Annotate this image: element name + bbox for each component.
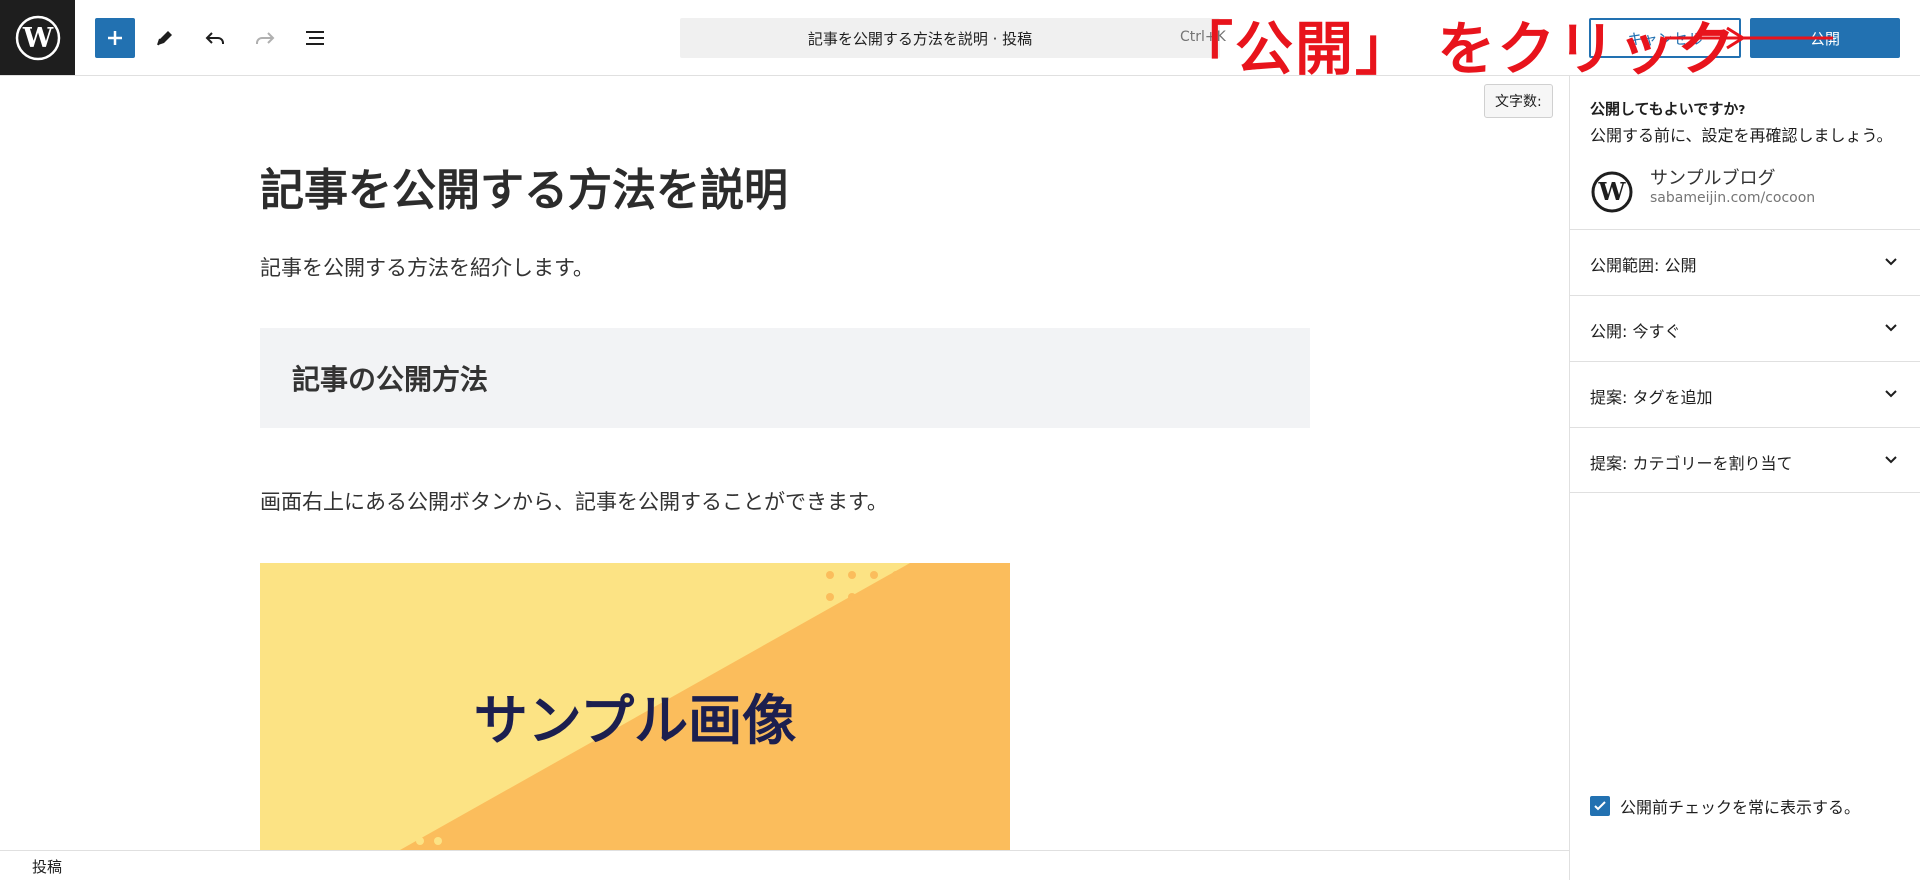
tools-button[interactable]: [145, 18, 185, 58]
always-show-checkbox[interactable]: [1590, 796, 1610, 816]
post-title[interactable]: 記事を公開する方法を説明: [260, 154, 788, 218]
annotation-arrowhead-icon: [1726, 26, 1745, 50]
panel-suggest-tags[interactable]: 提案: タグを追加: [1570, 361, 1920, 427]
editor-canvas: 文字数: 記事を公開する方法を説明 記事を公開する方法を紹介します。 記事の公開…: [0, 76, 1569, 850]
checkmark-icon: [1594, 801, 1606, 811]
paragraph-block[interactable]: 記事を公開する方法を紹介します。: [260, 252, 594, 282]
redo-button[interactable]: [245, 18, 285, 58]
pencil-icon: [157, 31, 172, 46]
image-caption-text: サンプル画像: [474, 689, 796, 752]
prepublish-question: 公開してもよいですか?: [1590, 98, 1745, 119]
heading-block[interactable]: 記事の公開方法: [260, 328, 1310, 428]
chevron-down-icon: [1885, 456, 1897, 464]
block-breadcrumb-bar: 投稿: [0, 850, 1569, 880]
panel-suggest-category[interactable]: 提案: カテゴリーを割り当て: [1570, 427, 1920, 493]
panel-publish-date[interactable]: 公開: 今すぐ: [1570, 295, 1920, 361]
prepublish-question-text: 公開してもよいですか: [1590, 100, 1739, 118]
annotation-text: 「公開」 をクリック: [1175, 15, 1738, 83]
site-name: サンプルブログ: [1650, 168, 1776, 189]
undo-icon: [205, 32, 224, 44]
redo-icon: [256, 32, 275, 44]
breadcrumb-item-post[interactable]: 投稿: [32, 856, 62, 877]
sample-image: サンプル画像: [260, 563, 1010, 850]
list-view-icon: [306, 31, 324, 45]
sample-image-block[interactable]: サンプル画像: [260, 563, 1010, 850]
document-title: 記事を公開する方法を説明 · 投稿: [807, 30, 1033, 48]
svg-text:W: W: [1598, 177, 1627, 206]
prepublish-panels: 公開範囲: 公開 公開: 今すぐ 提案: タグを追加 提案: カテゴリーを割り当…: [1570, 229, 1920, 493]
panel-label: 公開範囲: 公開: [1590, 256, 1697, 275]
prepublish-sidebar: 公開してもよいですか? 公開する前に、設定を再確認しましょう。 W サンプルブロ…: [1569, 76, 1920, 880]
chevron-down-icon: [1885, 258, 1897, 266]
panel-label: 公開: 今すぐ: [1590, 322, 1681, 341]
chevron-down-icon: [1885, 390, 1897, 398]
document-overview-button[interactable]: [295, 18, 335, 58]
site-url: sabameijin.com/cocoon: [1650, 190, 1816, 206]
heading-text: 記事の公開方法: [292, 363, 489, 396]
add-block-button[interactable]: [95, 18, 135, 58]
always-show-label: 公開前チェックを常に表示する。: [1620, 798, 1861, 817]
word-count-badge: 文字数:: [1484, 84, 1553, 118]
panel-visibility[interactable]: 公開範囲: 公開: [1570, 229, 1920, 295]
paragraph-block[interactable]: 画面右上にある公開ボタンから、記事を公開することができます。: [260, 486, 888, 516]
wordpress-site-icon: W: [1591, 171, 1633, 213]
chevron-down-icon: [1885, 324, 1897, 332]
undo-button[interactable]: [195, 18, 235, 58]
plus-icon: [108, 31, 122, 45]
panel-label: 提案: タグを追加: [1590, 388, 1713, 407]
question-mark: ?: [1738, 103, 1746, 117]
wordpress-logo-icon[interactable]: W: [0, 0, 75, 75]
prepublish-description: 公開する前に、設定を再確認しましょう。: [1590, 126, 1893, 145]
always-show-checkbox-row[interactable]: 公開前チェックを常に表示する。: [1590, 794, 1860, 818]
svg-text:W: W: [21, 23, 53, 54]
command-palette-bar[interactable]: 記事を公開する方法を説明 · 投稿 Ctrl+K: [680, 18, 1226, 58]
panel-label: 提案: カテゴリーを割り当て: [1590, 454, 1793, 473]
annotation-arrow-icon: [1665, 36, 1833, 40]
